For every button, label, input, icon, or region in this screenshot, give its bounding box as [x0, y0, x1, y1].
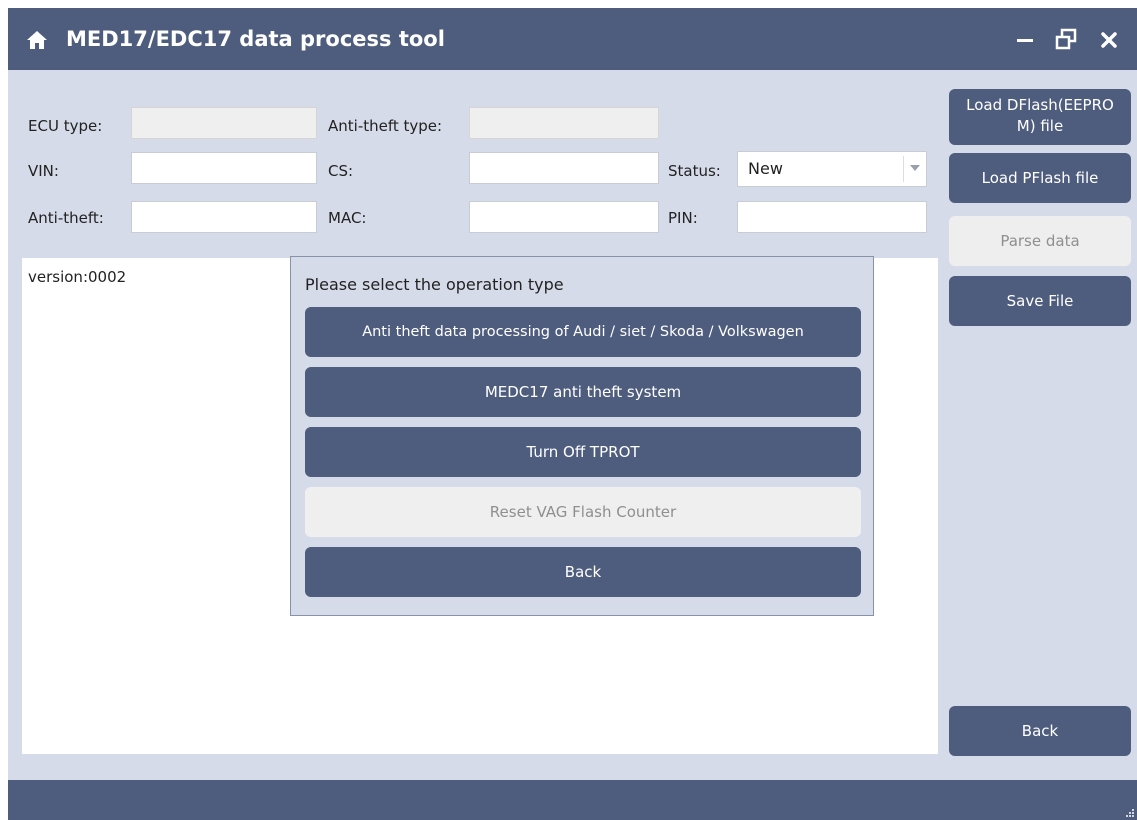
anti-theft-type-label: Anti-theft type:: [328, 117, 443, 135]
resize-grip-icon[interactable]: [1125, 808, 1135, 818]
pin-label: PIN:: [668, 209, 698, 227]
ecu-type-field[interactable]: [131, 107, 317, 139]
load-pflash-button[interactable]: Load PFlash file: [949, 153, 1131, 203]
vin-label: VIN:: [28, 162, 59, 180]
status-select[interactable]: New: [737, 151, 927, 187]
anti-theft-type-field[interactable]: [469, 107, 659, 139]
dialog-back-button[interactable]: Back: [305, 547, 861, 597]
anti-theft-label: Anti-theft:: [28, 209, 104, 227]
pin-field[interactable]: [737, 201, 927, 233]
minimize-icon[interactable]: [1012, 26, 1040, 54]
window-title: MED17/EDC17 data process tool: [66, 27, 445, 51]
dialog-title: Please select the operation type: [305, 275, 564, 294]
ecu-type-label: ECU type:: [28, 117, 103, 135]
home-icon[interactable]: [26, 30, 48, 50]
turn-off-tprot-button[interactable]: Turn Off TPROT: [305, 427, 861, 477]
status-bar: [8, 780, 1137, 820]
close-icon[interactable]: [1095, 26, 1123, 54]
reset-vag-flash-counter-button[interactable]: Reset VAG Flash Counter: [305, 487, 861, 537]
status-select-value: New: [748, 159, 783, 178]
parse-data-button[interactable]: Parse data: [949, 216, 1131, 266]
app-window: MED17/EDC17 data process tool ECU type: …: [8, 8, 1137, 820]
back-button[interactable]: Back: [949, 706, 1131, 756]
load-dflash-button[interactable]: Load DFlash(EEPRO M) file: [949, 89, 1131, 145]
status-label: Status:: [668, 162, 721, 180]
medc17-anti-theft-button[interactable]: MEDC17 anti theft system: [305, 367, 861, 417]
save-file-button[interactable]: Save File: [949, 276, 1131, 326]
load-dflash-label-line1: Load DFlash(EEPRO: [966, 96, 1114, 114]
log-text: version:0002: [28, 268, 127, 286]
title-bar: MED17/EDC17 data process tool: [8, 8, 1137, 70]
operation-dialog: Please select the operation type Anti th…: [290, 256, 874, 616]
cs-field[interactable]: [469, 152, 659, 184]
chevron-down-icon[interactable]: [903, 156, 926, 182]
vin-field[interactable]: [131, 152, 317, 184]
anti-theft-field[interactable]: [131, 201, 317, 233]
audi-seat-skoda-vw-button[interactable]: Anti theft data processing of Audi / sie…: [305, 307, 861, 357]
load-dflash-label-line2: M) file: [1016, 117, 1064, 135]
cs-label: CS:: [328, 162, 354, 180]
mac-label: MAC:: [328, 209, 367, 227]
mac-field[interactable]: [469, 201, 659, 233]
restore-icon[interactable]: [1053, 26, 1081, 54]
